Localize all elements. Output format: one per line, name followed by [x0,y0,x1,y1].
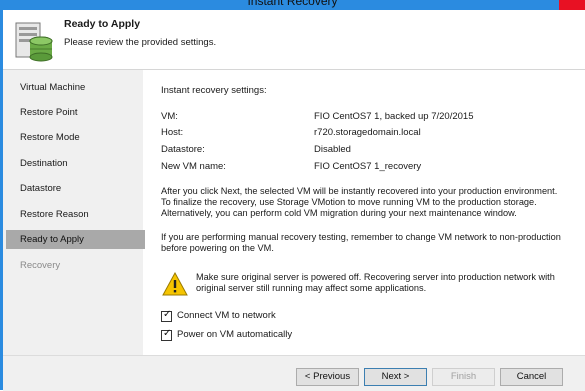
power-on-label[interactable]: Power on VM automatically [177,329,292,340]
setting-key-datastore: Datastore: [161,144,205,155]
step-restore-mode[interactable]: Restore Mode [6,128,145,147]
server-database-icon [15,22,53,62]
connect-network-label[interactable]: Connect VM to network [177,310,276,321]
close-button[interactable] [559,0,585,10]
wizard-header: Ready to Apply Please review the provide… [3,10,585,70]
info-line: before powering on the VM. [161,242,274,253]
info-line: If you are performing manual recovery te… [161,232,561,242]
step-ready-to-apply[interactable]: Ready to Apply [6,230,145,249]
step-destination[interactable]: Destination [6,154,145,173]
step-recovery: Recovery [20,260,61,271]
previous-button[interactable]: < Previous [296,368,359,386]
warning-line: Make sure original server is powered off… [196,272,555,282]
page-title: Ready to Apply [64,18,141,30]
finish-button: Finish [432,368,495,386]
step-restore-reason[interactable]: Restore Reason [6,205,145,224]
setting-key-vm: VM: [161,111,178,122]
setting-value-vm: FIO CentOS7 1, backed up 7/20/2015 [314,111,474,122]
setting-value-datastore: Disabled [314,144,351,155]
setting-value-host: r720.storagedomain.local [314,127,421,138]
info-paragraph-2: If you are performing manual recovery te… [161,232,581,254]
info-line: Alternatively, you can perform cold VM m… [161,207,517,218]
step-datastore[interactable]: Datastore [6,179,145,198]
info-line: To finalize the recovery, use Storage VM… [161,196,537,207]
next-button[interactable]: Next > [364,368,427,386]
window-title: Instant Recovery [247,0,338,8]
warning-icon [162,272,188,296]
info-line: After you click Next, the selected VM wi… [161,186,558,196]
info-paragraph-1: After you click Next, the selected VM wi… [161,186,581,218]
warning-text: Make sure original server is powered off… [196,272,581,294]
setting-key-new-vm-name: New VM name: [161,161,226,172]
wizard-content: Instant recovery settings: VM: FIO CentO… [148,70,585,355]
wizard-steps: Virtual Machine Restore Point Restore Mo… [3,70,145,355]
wizard-footer: < Previous Next > Finish Cancel [3,355,585,391]
cancel-button[interactable]: Cancel [500,368,563,386]
title-bar: Instant Recovery [0,0,585,10]
page-subtitle: Please review the provided settings. [64,37,217,48]
setting-value-new-vm-name: FIO CentOS7 1_recovery [314,161,422,172]
setting-key-host: Host: [161,127,184,138]
warning-line: original server still running may affect… [196,282,427,293]
step-restore-point[interactable]: Restore Point [6,103,145,122]
settings-heading: Instant recovery settings: [161,85,267,96]
power-on-checkbox[interactable] [161,328,172,341]
connect-network-checkbox[interactable] [161,309,172,322]
step-virtual-machine[interactable]: Virtual Machine [6,78,145,97]
